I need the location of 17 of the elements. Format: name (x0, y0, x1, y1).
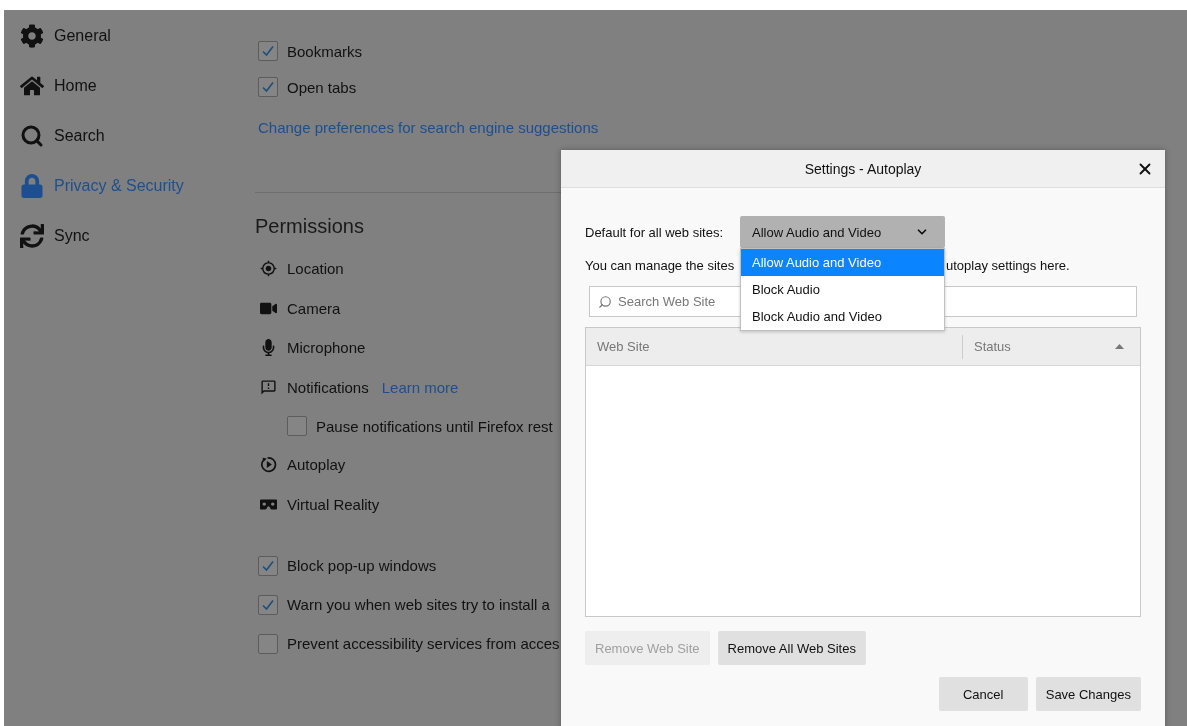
permission-label: Notifications (287, 378, 369, 396)
default-label: Default for all web sites: (585, 224, 724, 240)
permission-label: Autoplay (287, 456, 346, 474)
manage-text: utoplay settings here. (946, 257, 1070, 273)
checkbox-label: Open tabs (287, 78, 357, 96)
checkbox-label: Prevent accessibility services from acces (287, 635, 560, 652)
permission-label: Microphone (287, 339, 366, 357)
permission-label: Virtual Reality (287, 495, 380, 513)
checkbox-label: Pause notifications until Firefox rest (316, 417, 553, 435)
dialog-title: Settings - Autoplay (804, 160, 922, 177)
section-heading: Permissions (255, 215, 365, 239)
permission-label: Location (287, 260, 344, 278)
checkbox-label: Bookmarks (287, 42, 363, 60)
manage-text: You can manage the sites (585, 257, 736, 273)
checkbox-label: Block pop-up windows (287, 557, 437, 574)
checkbox-label: Warn you when web sites try to install a (287, 596, 550, 613)
permission-label: Camera (287, 299, 341, 317)
